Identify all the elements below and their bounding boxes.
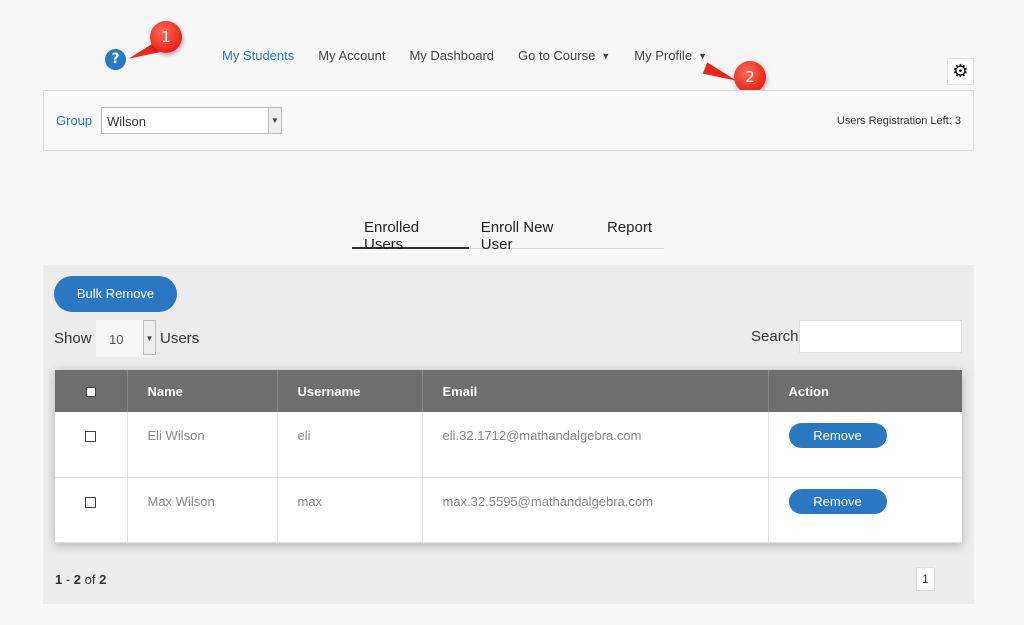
nav-item-label: My Profile <box>634 48 693 63</box>
callout-badge-2: 2 <box>734 61 766 93</box>
nav-item-label: My Dashboard <box>409 48 495 63</box>
bulk-remove-button[interactable]: Bulk Remove <box>54 276 177 312</box>
group-select-value: Wilson <box>107 114 147 129</box>
nav-item-label: My Account <box>318 48 386 63</box>
cell-name: Eli Wilson <box>127 412 278 478</box>
nav-item-my-account[interactable]: My Account <box>318 48 385 63</box>
column-header-email: Email <box>422 370 769 412</box>
pagination-info: 1 - 2 of 2 <box>55 572 106 587</box>
row-select-cell <box>55 412 128 478</box>
of-label: of <box>81 572 100 587</box>
gear-icon: ⚙ <box>952 61 969 82</box>
page-size-select[interactable]: 10 ▼ <box>96 320 156 357</box>
nav-item-label: My Students <box>222 48 295 63</box>
show-label: Show <box>54 330 92 347</box>
user-tabs: Enrolled Users Enroll New User Report <box>352 210 664 253</box>
chevron-down-icon: ▼ <box>268 108 281 133</box>
search-label: Search <box>751 328 799 345</box>
row-select-cell <box>55 477 128 543</box>
tab-enroll-new-user[interactable]: Enroll New User <box>469 210 595 253</box>
nav-item-label: Go to Course <box>518 48 596 63</box>
nav-item-my-dashboard[interactable]: My Dashboard <box>409 48 494 63</box>
table-row: Eli Wilson eli eli.32.1712@mathandalgebr… <box>55 412 962 478</box>
cell-email: eli.32.1712@mathandalgebra.com <box>422 412 769 478</box>
cell-username: eli <box>277 412 423 478</box>
table-row: Max Wilson max max.32.5595@mathandalgebr… <box>55 477 962 543</box>
enrolled-users-panel: Bulk Remove Show 10 ▼ Users Search Name … <box>43 265 974 604</box>
range-end: 2 <box>73 572 82 587</box>
select-all-cell <box>55 370 128 412</box>
group-bar: Group Wilson ▼ Users Registration Left: … <box>43 90 974 151</box>
users-table: Name Username Email Action Eli Wilson el… <box>55 370 962 543</box>
remove-button[interactable]: Remove <box>788 423 887 448</box>
row-checkbox[interactable] <box>85 431 97 442</box>
group-select[interactable]: Wilson ▼ <box>101 107 282 134</box>
range-separator: - <box>62 572 74 587</box>
column-header-username: Username <box>277 370 423 412</box>
column-header-action: Action <box>768 370 962 412</box>
table-header-row: Name Username Email Action <box>55 370 962 412</box>
registration-left-text: Users Registration Left: 3 <box>836 115 961 127</box>
users-label: Users <box>160 330 200 347</box>
nav-item-go-to-course[interactable]: Go to Course ▼ <box>518 48 610 63</box>
callout-badge-1: 1 <box>150 21 182 53</box>
total-count: 2 <box>99 572 107 587</box>
nav-item-my-profile[interactable]: My Profile ▼ <box>634 48 707 63</box>
chevron-down-icon: ▼ <box>601 50 611 61</box>
search-input[interactable] <box>799 320 962 353</box>
row-checkbox[interactable] <box>85 496 97 508</box>
tab-enrolled-users[interactable]: Enrolled Users <box>352 210 469 253</box>
cell-email: max.32.5595@mathandalgebra.com <box>422 477 769 543</box>
settings-gear-button[interactable]: ⚙ <box>947 58 974 85</box>
chevron-down-icon: ▼ <box>698 50 707 61</box>
cell-action: Remove <box>768 477 962 543</box>
remove-button[interactable]: Remove <box>788 488 887 514</box>
help-icon[interactable]: ? <box>105 49 126 70</box>
nav-item-my-students[interactable]: My Students <box>222 48 294 63</box>
cell-action: Remove <box>768 412 962 478</box>
select-all-checkbox[interactable] <box>85 387 96 398</box>
page-size-value: 10 <box>109 332 124 347</box>
group-label: Group <box>56 113 93 128</box>
column-header-name: Name <box>127 370 278 412</box>
cell-name: Max Wilson <box>127 477 278 543</box>
page-number-button[interactable]: 1 <box>916 567 935 591</box>
cell-username: max <box>277 477 423 543</box>
chevron-down-icon: ▼ <box>143 320 156 355</box>
top-nav: My Students My Account My Dashboard Go t… <box>222 48 731 63</box>
tab-report[interactable]: Report <box>595 210 664 249</box>
